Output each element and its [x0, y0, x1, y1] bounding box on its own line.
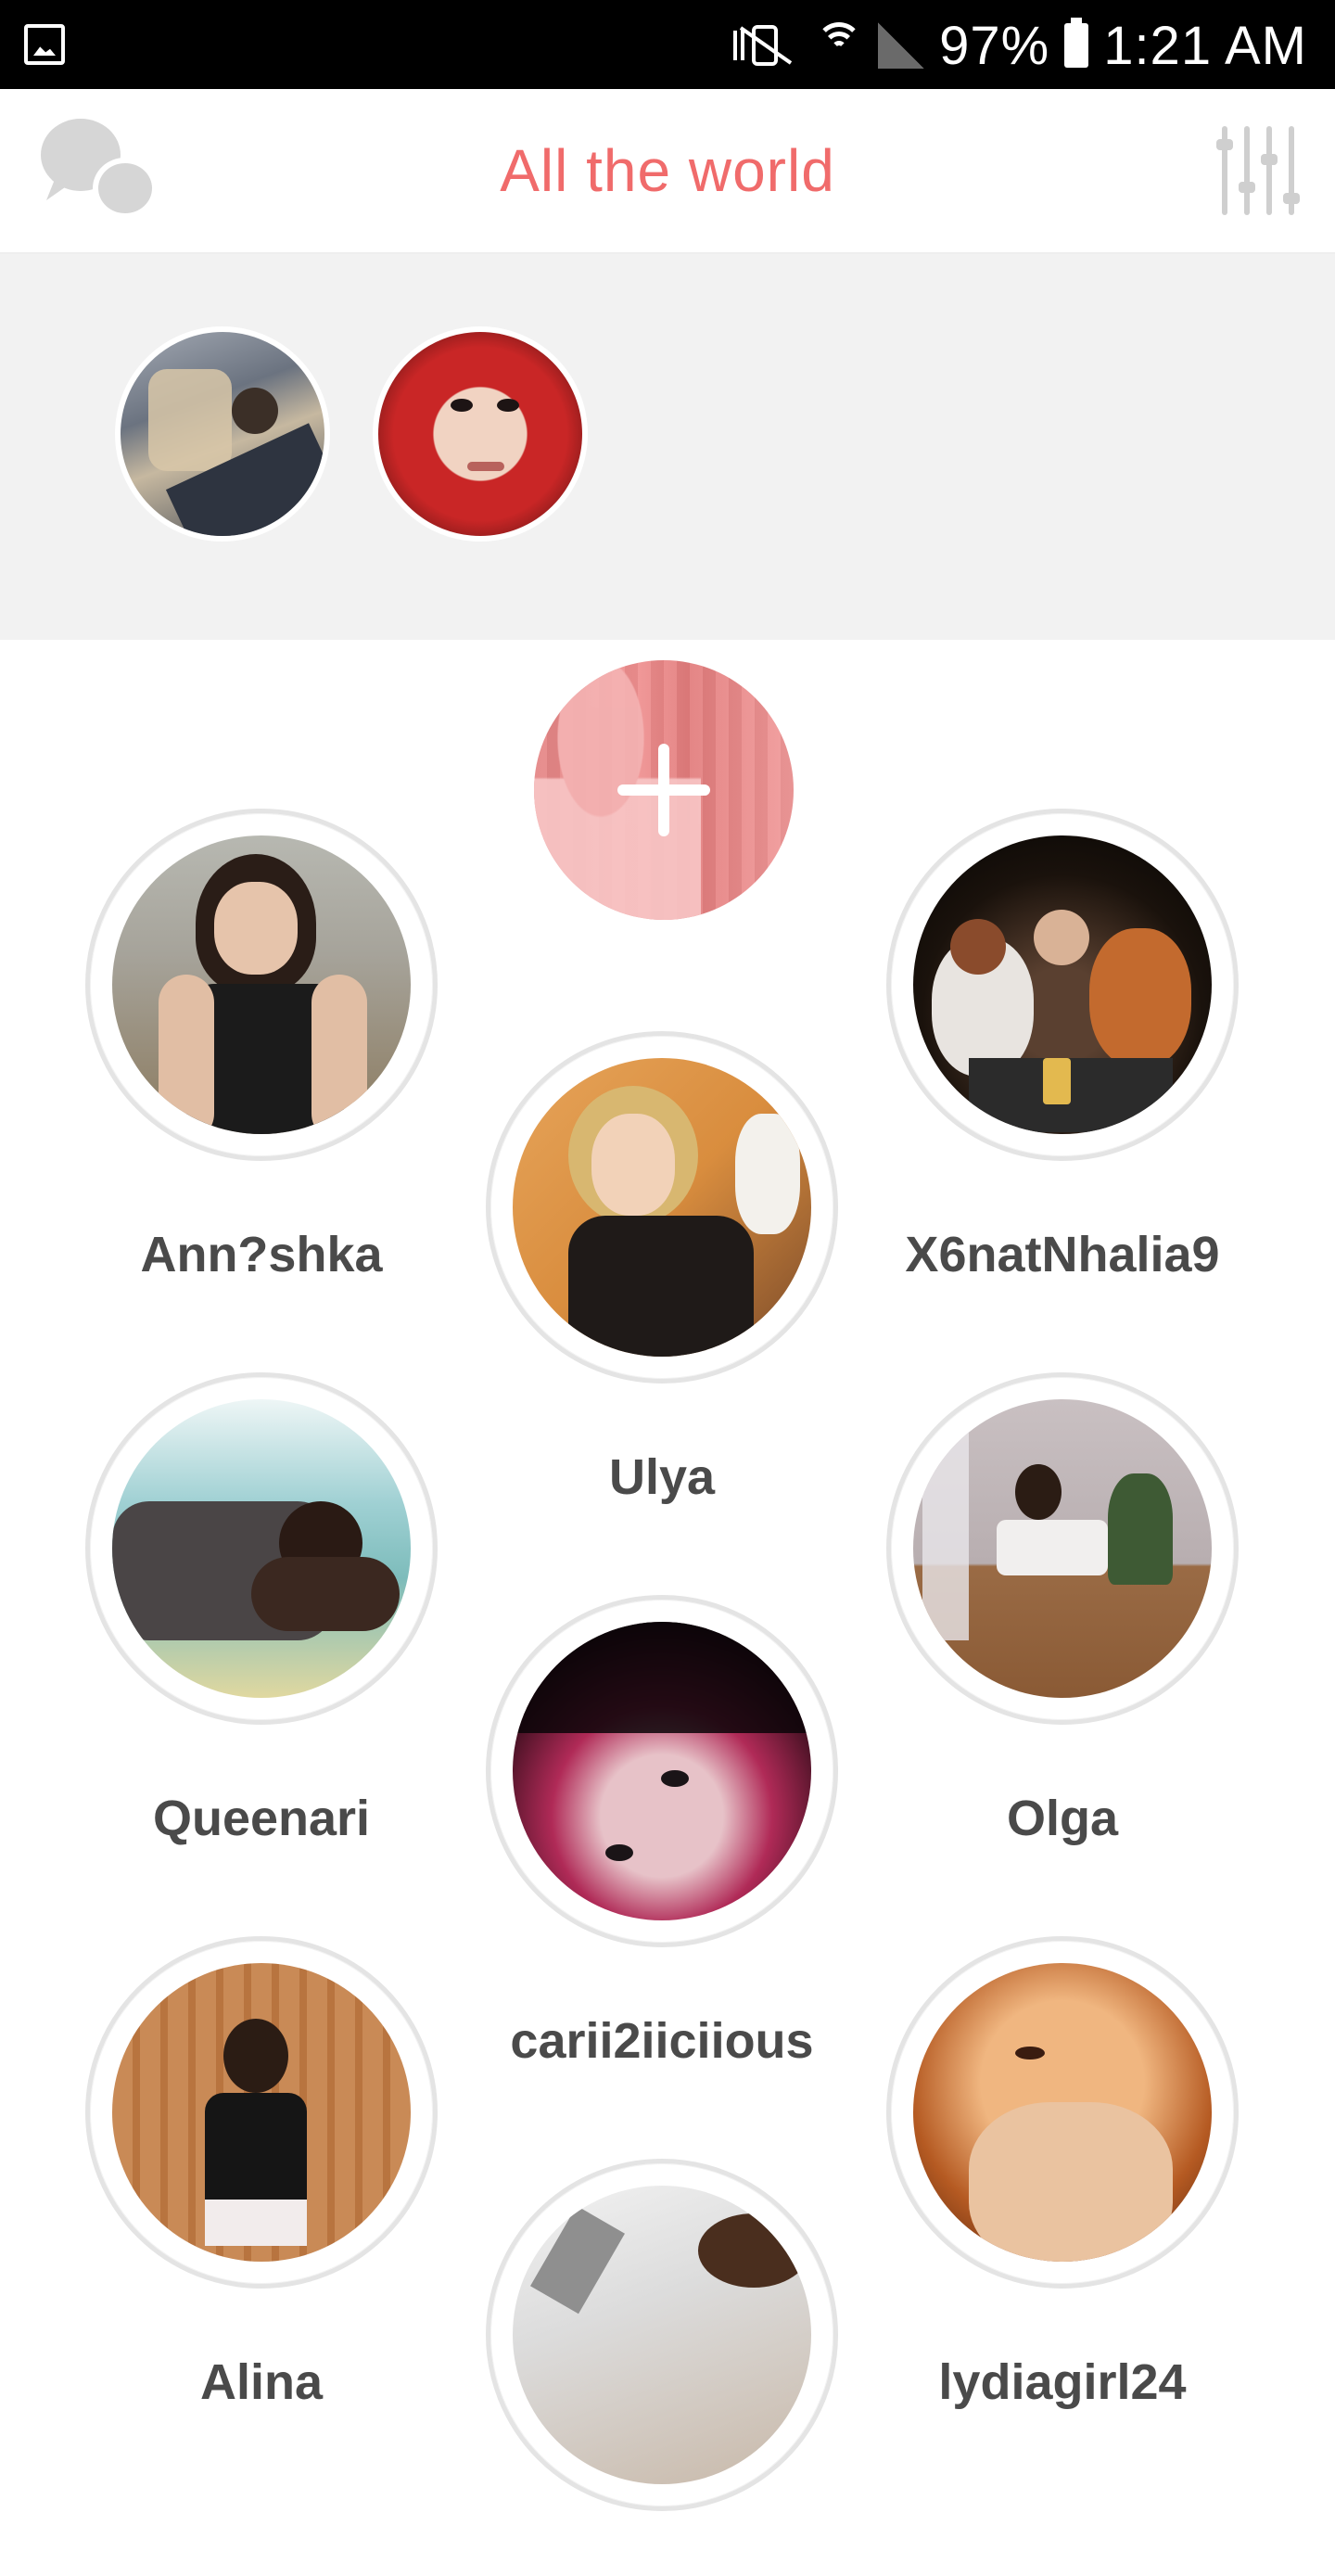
avatar[interactable] [85, 809, 438, 1161]
plus-icon [617, 744, 710, 836]
signal-icon [878, 22, 925, 69]
profile-name: Queenari [152, 1791, 371, 1846]
page-title: All the world [500, 137, 835, 204]
profile-card[interactable]: lydiagirl24 [886, 1936, 1239, 2411]
avatar[interactable] [85, 1936, 438, 2289]
profile-card[interactable]: Ann?shka [85, 809, 438, 1283]
profile-name: Olga [1006, 1791, 1119, 1846]
profile-name: Ann?shka [140, 1227, 383, 1282]
clock: 1:21 AM [1103, 15, 1307, 76]
gallery-icon [24, 24, 65, 65]
profile-card[interactable]: carii2iiciious [486, 1595, 838, 2070]
profile-card[interactable]: Queenari [85, 1372, 438, 1847]
profile-name: carii2iiciious [510, 2013, 814, 2069]
highlight-avatar[interactable] [373, 326, 588, 542]
profile-name: Alina [199, 2354, 324, 2410]
avatar[interactable] [486, 1031, 838, 1384]
avatar[interactable] [486, 2159, 838, 2511]
filter-sliders-icon[interactable] [1216, 126, 1300, 215]
profile-name: Ulya [608, 1449, 716, 1505]
avatar[interactable] [886, 1372, 1239, 1725]
avatar[interactable] [886, 809, 1239, 1161]
profile-card[interactable]: Alina [85, 1936, 438, 2411]
profile-name: lydiagirl24 [938, 2354, 1187, 2410]
app-bar: All the world [0, 89, 1335, 254]
vibrate-icon [731, 21, 800, 70]
add-photo-button[interactable] [534, 660, 794, 920]
profile-card[interactable] [486, 2159, 838, 2576]
wifi-icon [815, 22, 863, 69]
status-bar: 97% 1:21 AM [0, 0, 1335, 89]
battery-icon [1064, 18, 1089, 68]
chat-bubbles-icon[interactable] [41, 119, 158, 221]
profile-card[interactable]: X6natNhalia9 [886, 809, 1239, 1283]
battery-percent: 97% [939, 15, 1050, 76]
highlights-strip [0, 254, 1335, 640]
highlight-avatar[interactable] [115, 326, 330, 542]
avatar[interactable] [886, 1936, 1239, 2289]
profile-card[interactable]: Olga [886, 1372, 1239, 1847]
profile-name: X6natNhalia9 [905, 1227, 1220, 1282]
avatar[interactable] [85, 1372, 438, 1725]
status-indicators: 97% 1:21 AM [731, 13, 1307, 78]
avatar[interactable] [486, 1595, 838, 1947]
profile-card[interactable]: Ulya [486, 1031, 838, 1506]
